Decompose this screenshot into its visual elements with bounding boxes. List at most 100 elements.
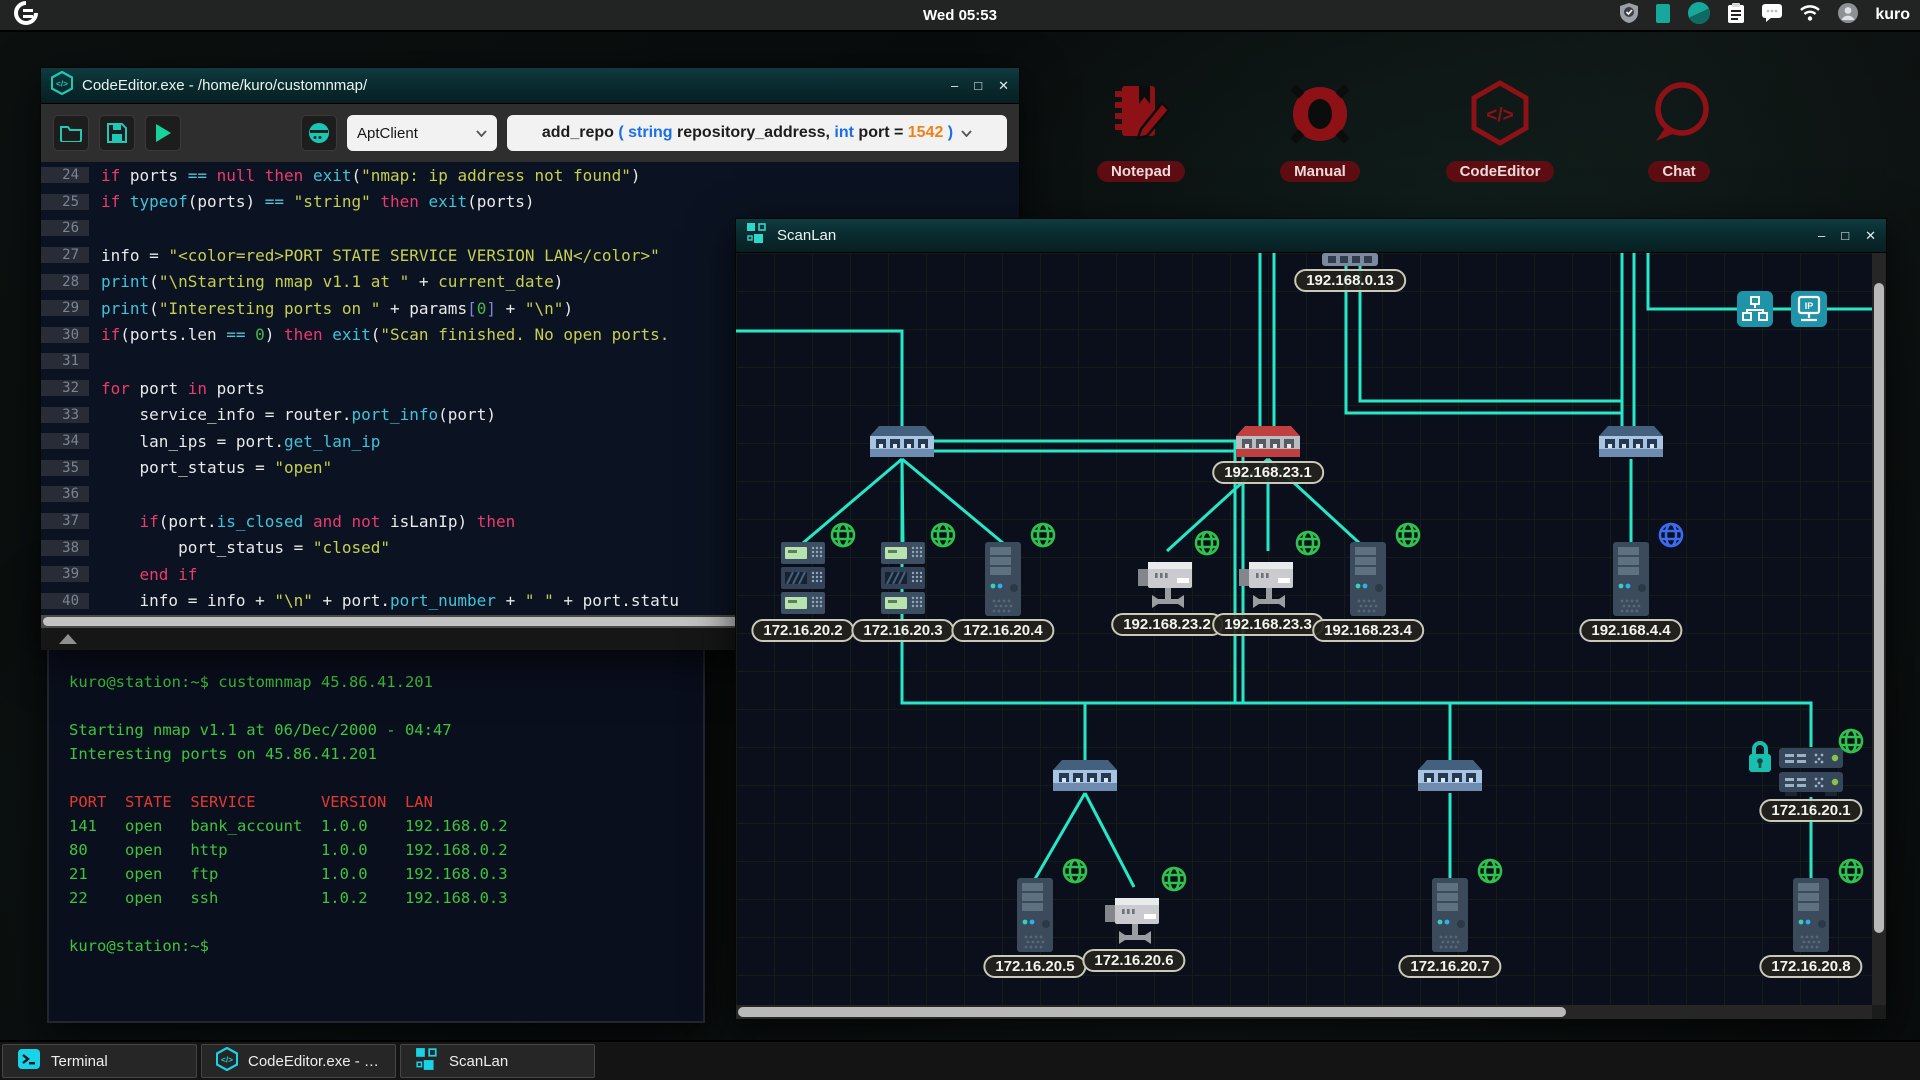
device-172.16.20.1[interactable]	[1777, 747, 1845, 802]
svg-text:</>: </>	[1486, 105, 1513, 126]
apt-client-icon[interactable]	[301, 115, 337, 151]
wifi-icon[interactable]	[1799, 4, 1821, 27]
switch-icon	[1599, 446, 1663, 463]
map-vertical-scrollbar[interactable]	[1872, 253, 1886, 1005]
globe-green-icon	[1394, 521, 1422, 554]
ip-label[interactable]: 192.168.23.3	[1212, 613, 1324, 636]
code-editor-icon: </>	[51, 71, 73, 100]
signature-token: repository_address,	[673, 124, 835, 142]
device-192.168.23.4[interactable]	[1348, 541, 1388, 622]
maximize-button[interactable]: □	[1841, 219, 1849, 253]
desktop-icon-label: Notepad	[1097, 161, 1185, 182]
switch-node[interactable]	[1418, 759, 1482, 798]
device-172.16.20.5[interactable]	[1015, 877, 1055, 958]
switch-node[interactable]	[870, 425, 934, 464]
scanlan-icon	[415, 1047, 439, 1076]
ip-label[interactable]: 192.168.23.4	[1312, 619, 1424, 642]
signature-token: 1542	[908, 124, 944, 142]
device-172.16.20.4[interactable]	[983, 541, 1023, 622]
chat-icon	[1609, 78, 1749, 155]
codeeditor-icon: </>	[1430, 78, 1570, 155]
globe-green-icon	[1837, 857, 1865, 890]
lan-box-node[interactable]	[1737, 291, 1773, 332]
ip-label[interactable]: 172.16.20.5	[983, 955, 1086, 978]
network-map[interactable]: 192.168.0.13IP192.168.23.1172.16.20.2172…	[736, 253, 1886, 1019]
ip-label[interactable]: 172.16.20.3	[851, 619, 954, 642]
signature-token: (	[618, 124, 628, 142]
ip-label[interactable]: 192.168.4.4	[1579, 619, 1682, 642]
ip-label[interactable]: 192.168.0.13	[1294, 269, 1406, 292]
signature-token: add_repo	[542, 124, 618, 142]
signature-token: port =	[854, 124, 908, 142]
function-signature-dropdown[interactable]: add_repo ( string repository_address, in…	[507, 115, 1007, 151]
terminal-line: Starting nmap v1.1 at 06/Dec/2000 - 04:4…	[69, 718, 683, 742]
save-button[interactable]	[99, 115, 135, 151]
device-172.16.20.8[interactable]	[1791, 877, 1831, 958]
signature-token: string	[628, 124, 672, 142]
minimize-button[interactable]: –	[1818, 219, 1825, 253]
taskbar-item-scanlan[interactable]: ScanLan	[400, 1044, 595, 1078]
resource-meter-icon[interactable]	[1687, 1, 1711, 30]
desktop-icon-notepad[interactable]: Notepad	[1071, 78, 1211, 182]
map-horizontal-scrollbar[interactable]	[736, 1005, 1872, 1019]
terminal-line: 21 open ftp 1.0.0 192.168.0.3	[69, 862, 683, 886]
clipboard-icon[interactable]	[1727, 2, 1745, 29]
terminal-line: 22 open ssh 1.0.2 192.168.0.3	[69, 886, 683, 910]
chat-icon[interactable]	[1761, 3, 1783, 28]
run-button[interactable]	[145, 115, 181, 151]
ip-label[interactable]: 172.16.20.1	[1759, 799, 1862, 822]
device-172.16.20.6[interactable]	[1103, 885, 1165, 952]
open-file-button[interactable]	[53, 115, 89, 151]
close-button[interactable]: ✕	[1865, 219, 1876, 253]
switch-node[interactable]	[1053, 759, 1117, 798]
shield-icon[interactable]	[1619, 2, 1639, 29]
device-192.168.4.4[interactable]	[1611, 541, 1651, 622]
ip-label[interactable]: 192.168.23.1	[1212, 461, 1324, 484]
scroll-up-arrow-icon[interactable]	[59, 634, 77, 644]
ip-label[interactable]: 192.168.23.2	[1111, 613, 1223, 636]
globe-blue-icon	[1657, 521, 1685, 554]
ip-label[interactable]: 172.16.20.2	[751, 619, 854, 642]
globe-green-icon	[1029, 521, 1057, 554]
taskbar-item-label: CodeEditor.exe - …	[248, 1053, 379, 1070]
battery-icon[interactable]	[1655, 2, 1671, 29]
ip-label[interactable]: 172.16.20.6	[1082, 949, 1185, 972]
svg-text:IP: IP	[1805, 301, 1814, 311]
code-editor-titlebar[interactable]: </> CodeEditor.exe - /home/kuro/customnm…	[41, 68, 1019, 104]
lock-node[interactable]	[1745, 739, 1775, 780]
ip-label[interactable]: 172.16.20.8	[1759, 955, 1862, 978]
taskbar-item-codeeditor[interactable]: </> CodeEditor.exe - …	[201, 1044, 396, 1078]
lan-box-icon	[1737, 314, 1773, 331]
desktop-icon-label: CodeEditor	[1446, 161, 1555, 182]
ip-label[interactable]: 172.16.20.4	[951, 619, 1054, 642]
ip-label[interactable]: 172.16.20.7	[1398, 955, 1501, 978]
close-button[interactable]: ✕	[998, 69, 1009, 103]
desktop-icon-manual[interactable]: Manual	[1250, 78, 1390, 182]
device-172.16.20.3[interactable]	[880, 541, 926, 622]
desktop-icon-codeeditor[interactable]: </> CodeEditor	[1430, 78, 1570, 182]
maximize-button[interactable]: □	[974, 69, 982, 103]
ip-box-icon: IP	[1791, 314, 1827, 331]
minimize-button[interactable]: –	[951, 69, 958, 103]
terminal-icon	[17, 1048, 41, 1075]
scanlan-titlebar[interactable]: ScanLan – □ ✕	[736, 219, 1886, 253]
switch-icon	[870, 446, 934, 463]
ip-box-node[interactable]: IP	[1791, 291, 1827, 332]
scanlan-window[interactable]: ScanLan – □ ✕ 192.168.0.13 IP 192.168.23.1…	[735, 218, 1887, 1020]
device-172.16.20.2[interactable]	[780, 541, 826, 622]
device-192.168.23.1[interactable]	[1236, 425, 1300, 464]
switch-node[interactable]	[1599, 425, 1663, 464]
username[interactable]: kuro	[1875, 6, 1910, 24]
svg-text:</>: </>	[221, 1055, 233, 1064]
library-dropdown[interactable]: AptClient	[347, 115, 497, 151]
library-dropdown-value: AptClient	[357, 125, 470, 142]
taskbar-item-terminal[interactable]: Terminal	[2, 1044, 197, 1078]
desktop-icon-chat[interactable]: Chat	[1609, 78, 1749, 182]
os-logo-icon	[14, 1, 38, 30]
device-172.16.20.7[interactable]	[1430, 877, 1470, 958]
device-192.168.23.2[interactable]	[1136, 549, 1198, 616]
signature-token: int	[834, 124, 854, 142]
device-192.168.23.3[interactable]	[1237, 549, 1299, 616]
avatar[interactable]	[1837, 2, 1859, 29]
chevron-down-icon	[476, 130, 487, 137]
